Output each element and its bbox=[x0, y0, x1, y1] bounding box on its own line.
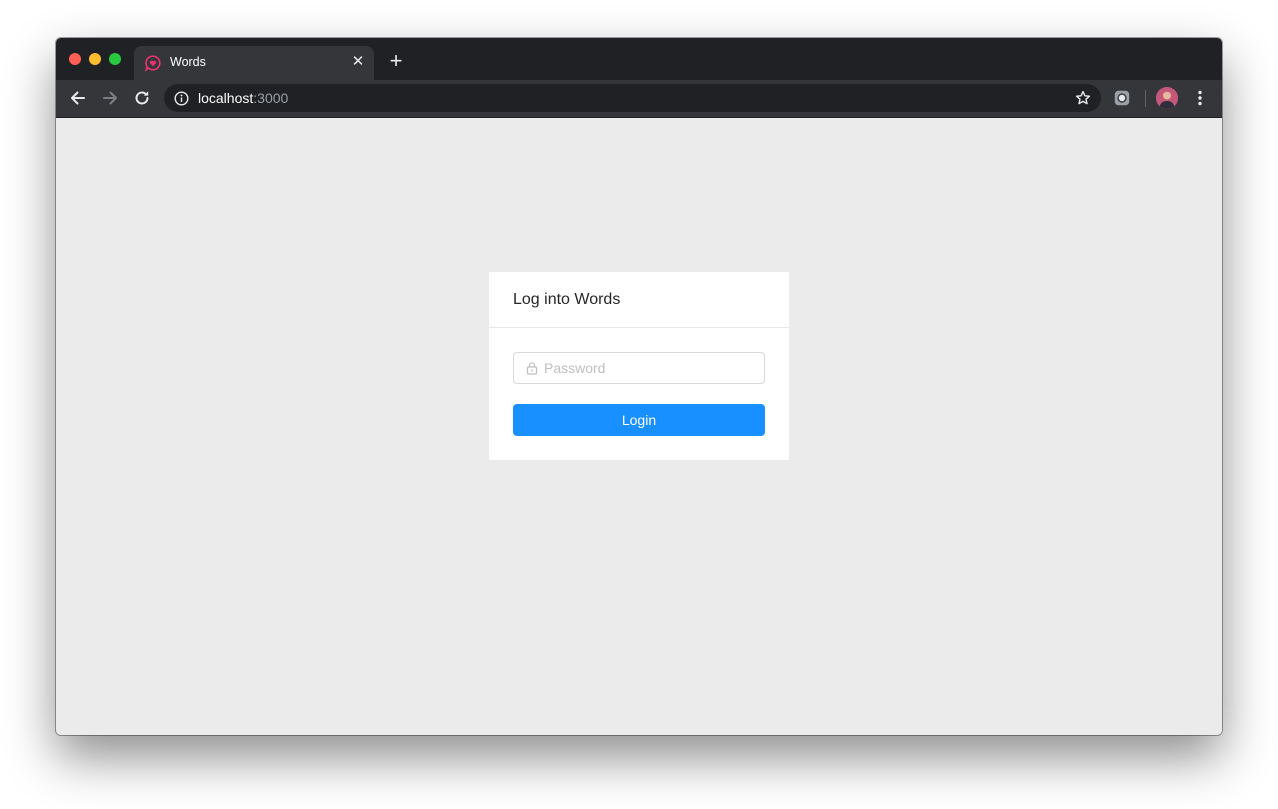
login-button[interactable]: Login bbox=[513, 404, 765, 436]
lock-icon bbox=[526, 362, 538, 375]
arrow-left-icon[interactable] bbox=[68, 88, 88, 108]
avatar[interactable] bbox=[1156, 87, 1178, 109]
tab-close-icon[interactable]: ✕ bbox=[350, 54, 366, 70]
toolbar-divider bbox=[1145, 90, 1146, 107]
reload-icon[interactable] bbox=[132, 88, 152, 108]
maximize-window-button[interactable] bbox=[109, 53, 121, 65]
info-icon[interactable] bbox=[174, 91, 189, 106]
record-icon[interactable] bbox=[1114, 90, 1130, 106]
password-input[interactable] bbox=[544, 353, 754, 383]
tab-words[interactable]: Words ✕ bbox=[134, 46, 374, 80]
browser-window: Words ✕ + localhost:3000 Log into Words … bbox=[56, 38, 1222, 735]
tab-title: Words bbox=[170, 55, 206, 69]
star-icon[interactable] bbox=[1075, 90, 1091, 106]
kebab-menu-icon[interactable] bbox=[1192, 88, 1208, 108]
page-content: Log into Words Login bbox=[56, 118, 1222, 735]
tab-strip: Words ✕ + bbox=[56, 38, 1222, 80]
address-url: localhost:3000 bbox=[198, 90, 288, 106]
page-title: Log into Words bbox=[513, 291, 621, 308]
heart-chat-icon bbox=[144, 55, 161, 72]
url-host: localhost bbox=[198, 90, 254, 106]
minimize-window-button[interactable] bbox=[89, 53, 101, 65]
url-port: :3000 bbox=[253, 90, 289, 106]
new-tab-button[interactable]: + bbox=[386, 50, 406, 72]
browser-toolbar: localhost:3000 bbox=[56, 80, 1222, 118]
profile-photo-icon bbox=[1156, 87, 1178, 109]
address-bar[interactable]: localhost:3000 bbox=[164, 84, 1101, 112]
arrow-right-icon[interactable] bbox=[100, 88, 120, 108]
close-window-button[interactable] bbox=[69, 53, 81, 65]
login-card-header: Log into Words bbox=[489, 272, 789, 328]
password-field[interactable] bbox=[513, 352, 765, 384]
login-card: Log into Words Login bbox=[489, 272, 789, 460]
